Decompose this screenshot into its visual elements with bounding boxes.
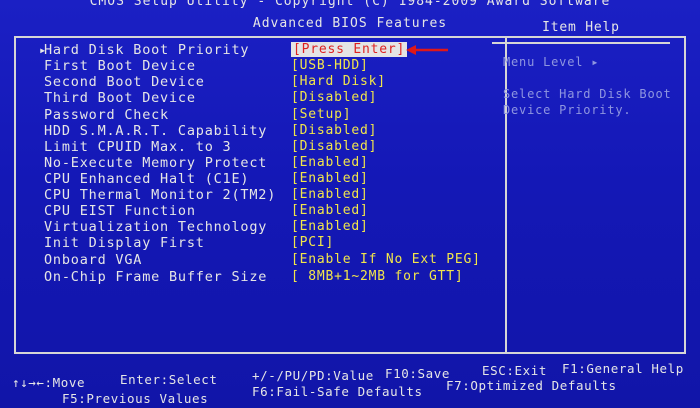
setting-value[interactable]: [Enabled] [291,187,369,202]
setting-label: CPU EIST Function [44,203,196,219]
setting-value[interactable]: [Disabled] [291,139,377,154]
setting-row-init-display[interactable]: Init Display First [PCI] [16,235,505,252]
key-hint-general-help: F1:General Help [562,361,684,376]
setting-row-hdd-smart[interactable]: HDD S.M.A.R.T. Capability [Disabled] [16,123,505,140]
setting-value[interactable]: [ 8MB+1~2MB for GTT] [291,269,464,284]
copyright-header: CMOS Setup Utility - Copyright (C) 1984-… [89,0,611,9]
setting-label: Second Boot Device [44,74,205,90]
key-hint-move: ↑↓→←:Move [12,375,86,390]
setting-value[interactable]: [Enabled] [291,171,369,186]
settings-frame: ▸ Hard Disk Boot Priority [Press Enter] … [14,36,686,354]
bios-screen: CMOS Setup Utility - Copyright (C) 1984-… [0,0,700,408]
setting-value[interactable]: [Enable If No Ext PEG] [291,252,481,267]
setting-value[interactable]: [Enabled] [291,203,369,218]
setting-label: On-Chip Frame Buffer Size [44,269,268,285]
setting-value[interactable]: [Enabled] [291,219,369,234]
key-hint-select: Enter:Select [120,372,218,387]
setting-row-c1e[interactable]: CPU Enhanced Halt (C1E) [Enabled] [16,171,505,188]
setting-row-password-check[interactable]: Password Check [Setup] [16,107,505,124]
setting-value[interactable]: [Disabled] [291,90,377,105]
setting-value[interactable]: [USB-HDD] [291,58,369,73]
setting-value[interactable]: [Hard Disk] [291,74,386,89]
setting-row-thermal-monitor[interactable]: CPU Thermal Monitor 2(TM2) [Enabled] [16,187,505,204]
setting-label: Init Display First [44,235,205,251]
setting-label: First Boot Device [44,58,196,74]
setting-label: No-Execute Memory Protect [44,155,268,171]
setting-value[interactable]: [Press Enter] [291,42,408,57]
setting-value[interactable]: [Setup] [291,107,351,122]
menu-level-indicator: Menu Level ▸ [503,55,600,69]
key-hint-previous-values: F5:Previous Values [62,391,209,406]
setting-row-first-boot-device[interactable]: First Boot Device [USB-HDD] [16,58,505,75]
setting-row-onboard-vga[interactable]: Onboard VGA [Enable If No Ext PEG] [16,252,505,269]
key-hint-exit: ESC:Exit [482,363,548,378]
key-hint-value: +/-/PU/PD:Value [252,368,374,383]
setting-row-no-execute[interactable]: No-Execute Memory Protect [Enabled] [16,155,505,172]
key-hint-optimized: F7:Optimized Defaults [446,378,617,393]
setting-row-virtualization[interactable]: Virtualization Technology [Enabled] [16,219,505,236]
setting-row-hard-disk-boot-priority[interactable]: ▸ Hard Disk Boot Priority [Press Enter] [16,42,505,59]
setting-value[interactable]: [Enabled] [291,155,369,170]
setting-label: Password Check [44,107,169,123]
setting-value[interactable]: [Disabled] [291,123,377,138]
setting-label: Hard Disk Boot Priority [44,42,250,58]
help-description: Select Hard Disk Boot Device Priority. [503,87,672,117]
setting-row-third-boot-device[interactable]: Third Boot Device [Disabled] [16,90,505,107]
setting-label: HDD S.M.A.R.T. Capability [44,123,268,139]
help-separator [492,42,670,44]
setting-label: Virtualization Technology [44,219,268,235]
setting-row-eist[interactable]: CPU EIST Function [Enabled] [16,203,505,220]
item-help-title: Item Help [542,20,620,35]
setting-label: CPU Thermal Monitor 2(TM2) [44,187,277,203]
setting-label: Limit CPUID Max. to 3 [44,139,232,155]
setting-label: CPU Enhanced Halt (C1E) [44,171,250,187]
setting-label: Onboard VGA [44,252,143,268]
setting-label: Third Boot Device [44,90,196,106]
setting-row-second-boot-device[interactable]: Second Boot Device [Hard Disk] [16,74,505,91]
key-hint-save: F10:Save [385,366,451,381]
setting-row-limit-cpuid[interactable]: Limit CPUID Max. to 3 [Disabled] [16,139,505,156]
setting-row-frame-buffer[interactable]: On-Chip Frame Buffer Size [ 8MB+1~2MB fo… [16,269,505,286]
key-hint-fail-safe: F6:Fail-Safe Defaults [252,384,423,399]
setting-value[interactable]: [PCI] [291,235,334,250]
red-pointer-arrow-icon [406,45,448,55]
